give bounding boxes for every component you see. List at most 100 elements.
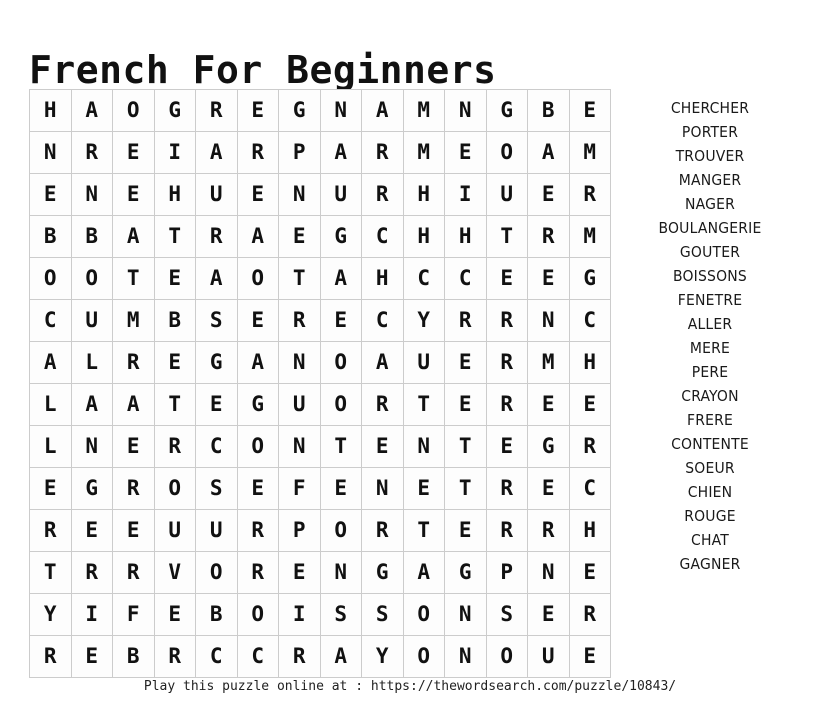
grid-cell[interactable]: U <box>527 635 570 678</box>
grid-cell[interactable]: B <box>29 215 72 258</box>
grid-cell[interactable]: O <box>319 341 362 384</box>
grid-cell[interactable]: T <box>444 467 487 510</box>
grid-cell[interactable]: R <box>29 509 72 552</box>
grid-cell[interactable]: S <box>195 467 238 510</box>
grid-cell[interactable]: E <box>153 341 196 384</box>
grid-cell[interactable]: E <box>236 89 279 132</box>
grid-cell[interactable]: U <box>153 509 196 552</box>
grid-cell[interactable]: B <box>112 635 155 678</box>
grid-cell[interactable]: C <box>195 425 238 468</box>
word-list-item[interactable]: TROUVER <box>620 144 800 168</box>
grid-cell[interactable]: C <box>29 299 72 342</box>
grid-cell[interactable]: R <box>361 383 404 426</box>
grid-cell[interactable]: E <box>153 593 196 636</box>
word-list-item[interactable]: BOULANGERIE <box>620 216 800 240</box>
grid-cell[interactable]: O <box>319 509 362 552</box>
grid-cell[interactable]: E <box>527 383 570 426</box>
grid-cell[interactable]: A <box>70 383 113 426</box>
grid-cell[interactable]: G <box>195 341 238 384</box>
grid-cell[interactable]: R <box>485 299 528 342</box>
grid-cell[interactable]: R <box>361 131 404 174</box>
grid-cell[interactable]: L <box>29 383 72 426</box>
grid-cell[interactable]: N <box>278 425 321 468</box>
grid-cell[interactable]: E <box>319 299 362 342</box>
grid-cell[interactable]: R <box>278 635 321 678</box>
grid-cell[interactable]: G <box>444 551 487 594</box>
grid-cell[interactable]: Y <box>361 635 404 678</box>
grid-cell[interactable]: H <box>153 173 196 216</box>
grid-cell[interactable]: R <box>361 173 404 216</box>
grid-cell[interactable]: R <box>485 341 528 384</box>
grid-cell[interactable]: H <box>568 509 611 552</box>
grid-cell[interactable]: A <box>195 131 238 174</box>
grid-cell[interactable]: E <box>195 383 238 426</box>
grid-cell[interactable]: A <box>527 131 570 174</box>
word-list-item[interactable]: GAGNER <box>620 552 800 576</box>
grid-cell[interactable]: N <box>278 173 321 216</box>
word-list-item[interactable]: CHAT <box>620 528 800 552</box>
grid-cell[interactable]: C <box>236 635 279 678</box>
grid-cell[interactable]: U <box>319 173 362 216</box>
grid-cell[interactable]: E <box>319 467 362 510</box>
grid-cell[interactable]: C <box>568 299 611 342</box>
grid-cell[interactable]: I <box>278 593 321 636</box>
grid-cell[interactable]: C <box>361 299 404 342</box>
grid-cell[interactable]: R <box>485 383 528 426</box>
word-list-item[interactable]: GOUTER <box>620 240 800 264</box>
grid-cell[interactable]: R <box>361 509 404 552</box>
grid-cell[interactable]: E <box>402 467 445 510</box>
grid-cell[interactable]: M <box>527 341 570 384</box>
grid-cell[interactable]: R <box>195 89 238 132</box>
grid-cell[interactable]: G <box>153 89 196 132</box>
grid-cell[interactable]: R <box>29 635 72 678</box>
grid-cell[interactable]: E <box>568 635 611 678</box>
grid-cell[interactable]: O <box>485 635 528 678</box>
grid-cell[interactable]: E <box>485 257 528 300</box>
grid-cell[interactable]: E <box>568 551 611 594</box>
grid-cell[interactable]: E <box>568 383 611 426</box>
grid-cell[interactable]: O <box>402 635 445 678</box>
grid-cell[interactable]: N <box>29 131 72 174</box>
grid-cell[interactable]: T <box>278 257 321 300</box>
grid-cell[interactable]: T <box>319 425 362 468</box>
grid-cell[interactable]: N <box>444 635 487 678</box>
grid-cell[interactable]: A <box>319 131 362 174</box>
grid-cell[interactable]: E <box>236 467 279 510</box>
grid-cell[interactable]: H <box>568 341 611 384</box>
grid-cell[interactable]: E <box>112 173 155 216</box>
grid-cell[interactable]: S <box>195 299 238 342</box>
word-list-item[interactable]: CHIEN <box>620 480 800 504</box>
word-list-item[interactable]: PERE <box>620 360 800 384</box>
grid-cell[interactable]: G <box>236 383 279 426</box>
grid-cell[interactable]: A <box>402 551 445 594</box>
grid-cell[interactable]: S <box>319 593 362 636</box>
grid-cell[interactable]: E <box>444 509 487 552</box>
grid-cell[interactable]: N <box>361 467 404 510</box>
grid-cell[interactable]: I <box>70 593 113 636</box>
grid-cell[interactable]: U <box>402 341 445 384</box>
grid-cell[interactable]: B <box>195 593 238 636</box>
grid-cell[interactable]: A <box>361 89 404 132</box>
grid-cell[interactable]: G <box>70 467 113 510</box>
grid-cell[interactable]: E <box>70 509 113 552</box>
grid-cell[interactable]: Y <box>402 299 445 342</box>
grid-cell[interactable]: E <box>361 425 404 468</box>
word-list-item[interactable]: SOEUR <box>620 456 800 480</box>
grid-cell[interactable]: H <box>402 173 445 216</box>
grid-cell[interactable]: U <box>195 173 238 216</box>
grid-cell[interactable]: R <box>568 173 611 216</box>
grid-cell[interactable]: G <box>527 425 570 468</box>
grid-cell[interactable]: M <box>568 131 611 174</box>
grid-cell[interactable]: R <box>485 509 528 552</box>
grid-cell[interactable]: E <box>444 341 487 384</box>
grid-cell[interactable]: R <box>527 509 570 552</box>
grid-cell[interactable]: T <box>485 215 528 258</box>
grid-cell[interactable]: M <box>112 299 155 342</box>
grid-cell[interactable]: T <box>444 425 487 468</box>
grid-cell[interactable]: N <box>70 173 113 216</box>
grid-cell[interactable]: O <box>485 131 528 174</box>
grid-cell[interactable]: O <box>236 257 279 300</box>
grid-cell[interactable]: E <box>70 635 113 678</box>
grid-cell[interactable]: N <box>527 551 570 594</box>
word-list-item[interactable]: FRERE <box>620 408 800 432</box>
